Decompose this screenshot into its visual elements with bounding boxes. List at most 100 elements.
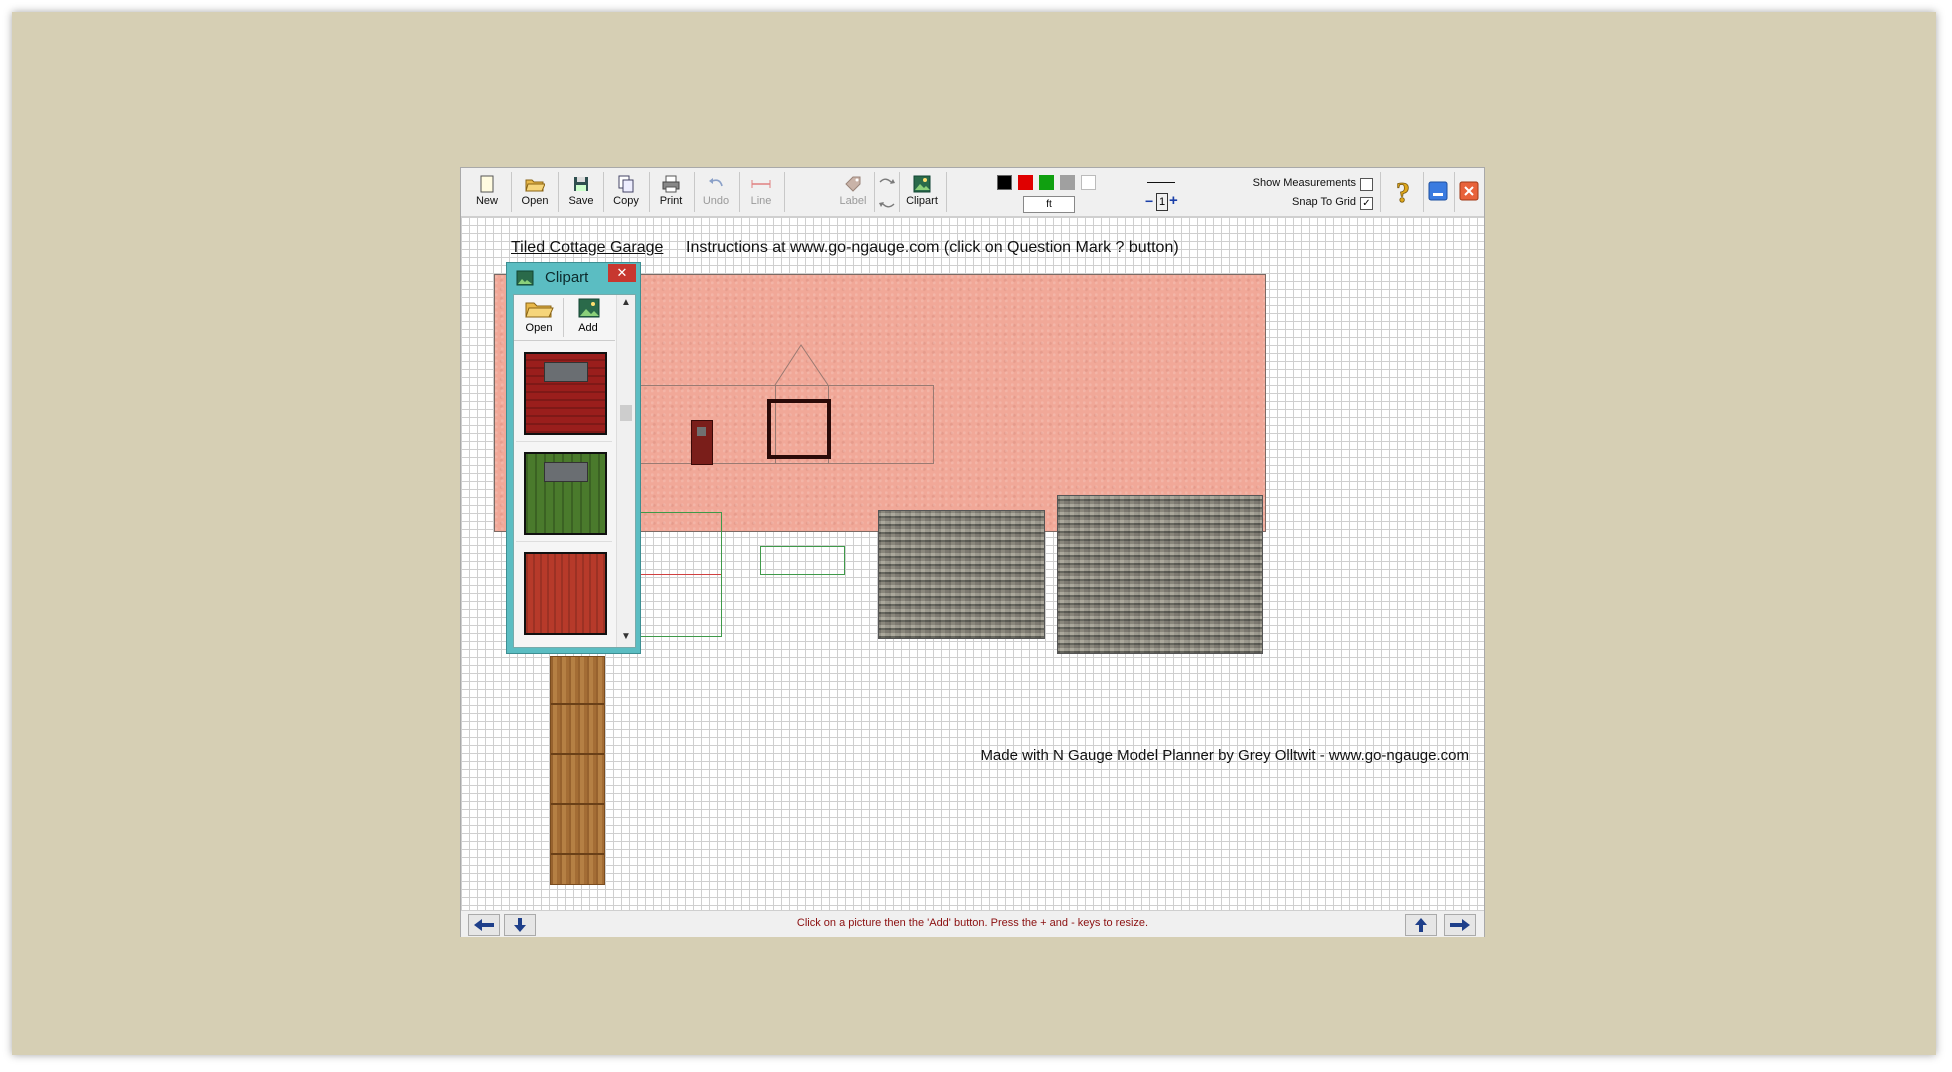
print-button[interactable]: Print [649, 172, 693, 212]
svg-text:?: ? [1396, 178, 1410, 209]
instructions-text: Instructions at www.go-ngauge.com (click… [686, 239, 1179, 256]
clipart-panel: Open Add ▲ ▼ [513, 294, 636, 648]
clipart-add-label: Add [578, 322, 598, 334]
arrow-up-icon [1415, 918, 1427, 932]
zoom-value: 1 [1156, 193, 1168, 211]
printer-icon [662, 175, 680, 193]
rotate-button[interactable] [876, 194, 898, 212]
toolbar-divider [1380, 172, 1381, 212]
garage-door-frame[interactable] [767, 399, 831, 459]
clipart-close-button[interactable]: ✕ [608, 264, 636, 282]
unit-field[interactable]: ft [1023, 196, 1075, 213]
question-mark-icon: ? [1396, 178, 1411, 210]
close-button[interactable] [1458, 180, 1480, 202]
status-bar: Click on a picture then the 'Add' button… [461, 910, 1484, 937]
thumbnail-window [544, 462, 588, 482]
copy-button[interactable]: Copy [604, 172, 648, 212]
toolbar-divider [511, 172, 512, 212]
thumb-divider [516, 441, 612, 442]
redo-button[interactable] [876, 174, 898, 192]
line-tool-icon [751, 180, 771, 188]
minimize-button[interactable] [1427, 180, 1449, 202]
clipart-toolbar: Open Add [514, 295, 615, 341]
scroll-up-icon[interactable]: ▲ [621, 297, 631, 308]
label-button[interactable]: Label [831, 172, 875, 212]
copy-icon [618, 175, 634, 193]
scrollbar-thumb[interactable] [620, 405, 632, 421]
clipart-window-icon [516, 270, 534, 286]
snap-to-grid-checkbox[interactable]: ✓ [1360, 197, 1373, 210]
thumbnail-window [544, 362, 588, 382]
floppy-disk-icon [574, 177, 588, 191]
clipart-window-title: Clipart [545, 269, 589, 286]
toolbar-divider [1454, 172, 1455, 212]
label-button-label: Label [839, 195, 867, 207]
open-button[interactable]: Open [513, 172, 557, 212]
print-button-label: Print [659, 195, 683, 207]
clipart-toolbar-divider [563, 298, 564, 337]
new-button[interactable]: New [465, 172, 509, 212]
open-button-label: Open [521, 195, 549, 207]
line-button[interactable]: Line [739, 172, 783, 212]
red-panel-thumbnail[interactable] [524, 552, 607, 635]
plank-seam [551, 853, 604, 855]
status-message: Click on a picture then the 'Add' button… [796, 917, 1149, 929]
arrow-right-icon [1450, 919, 1470, 931]
clipart-scrollbar[interactable]: ▲ ▼ [616, 295, 635, 647]
color-swatch-green[interactable] [1039, 175, 1054, 190]
undo-icon [709, 178, 723, 187]
clipart-open-button[interactable]: Open [516, 297, 562, 338]
toolbar-divider [946, 172, 947, 212]
color-swatch-red[interactable] [1018, 175, 1033, 190]
clipart-add-button[interactable]: Add [565, 297, 611, 338]
toolbar-divider [1423, 172, 1424, 212]
toolbar-divider [784, 172, 785, 212]
color-swatch-black[interactable] [997, 175, 1012, 190]
wood-plank-strip[interactable] [550, 656, 605, 885]
clipart-button[interactable]: Clipart [900, 172, 944, 212]
label-tag-icon [845, 176, 861, 192]
line-width-preview [1147, 182, 1175, 183]
show-measurements-checkbox[interactable] [1360, 178, 1373, 191]
roof-tile-panel[interactable] [878, 510, 1045, 639]
new-document-icon [480, 175, 494, 193]
undo-button[interactable]: Undo [694, 172, 738, 212]
line-button-label: Line [750, 195, 772, 207]
move-right-button[interactable] [1444, 914, 1476, 936]
color-swatch-white[interactable] [1081, 175, 1096, 190]
color-swatch-gray[interactable] [1060, 175, 1075, 190]
copy-button-label: Copy [613, 195, 639, 207]
roof-tile-panel-large[interactable] [1057, 495, 1263, 654]
help-button[interactable]: ? [1386, 174, 1420, 210]
plank-seam [551, 703, 604, 705]
snap-to-grid-label: Snap To Grid [1291, 196, 1356, 208]
redo-icon [879, 178, 895, 184]
clipart-button-label: Clipart [906, 195, 938, 207]
toolbar-divider [874, 172, 875, 212]
new-button-label: New [475, 195, 498, 207]
zoom-plus-button[interactable]: + [1169, 192, 1178, 209]
zoom-minus-button[interactable]: − [1145, 193, 1153, 209]
add-picture-icon [578, 298, 600, 318]
green-door-thumbnail[interactable] [524, 452, 607, 535]
undo-button-label: Undo [702, 195, 730, 207]
plank-seam [551, 753, 604, 755]
rotate-icon [879, 202, 895, 208]
minimize-icon [1428, 181, 1448, 201]
save-button-label: Save [568, 195, 594, 207]
project-title[interactable]: Tiled Cottage Garage [511, 239, 663, 257]
door-window [697, 427, 706, 436]
move-up-button[interactable] [1405, 914, 1437, 936]
credit-text: Made with N Gauge Model Planner by Grey … [980, 747, 1469, 764]
thumb-divider [516, 541, 612, 542]
clipart-window: Clipart ✕ Open Add ▲ ▼ [506, 262, 641, 654]
small-red-door[interactable] [691, 420, 713, 465]
show-measurements-label: Show Measurements [1252, 177, 1356, 189]
green-outline-box-small[interactable] [760, 546, 845, 575]
open-folder-icon [525, 179, 545, 192]
toolbar: New Open Save Copy Print Undo Line Label… [461, 168, 1484, 217]
open-folder-icon [525, 302, 554, 318]
save-button[interactable]: Save [559, 172, 603, 212]
scroll-down-icon[interactable]: ▼ [621, 631, 631, 642]
red-door-thumbnail[interactable] [524, 352, 607, 435]
